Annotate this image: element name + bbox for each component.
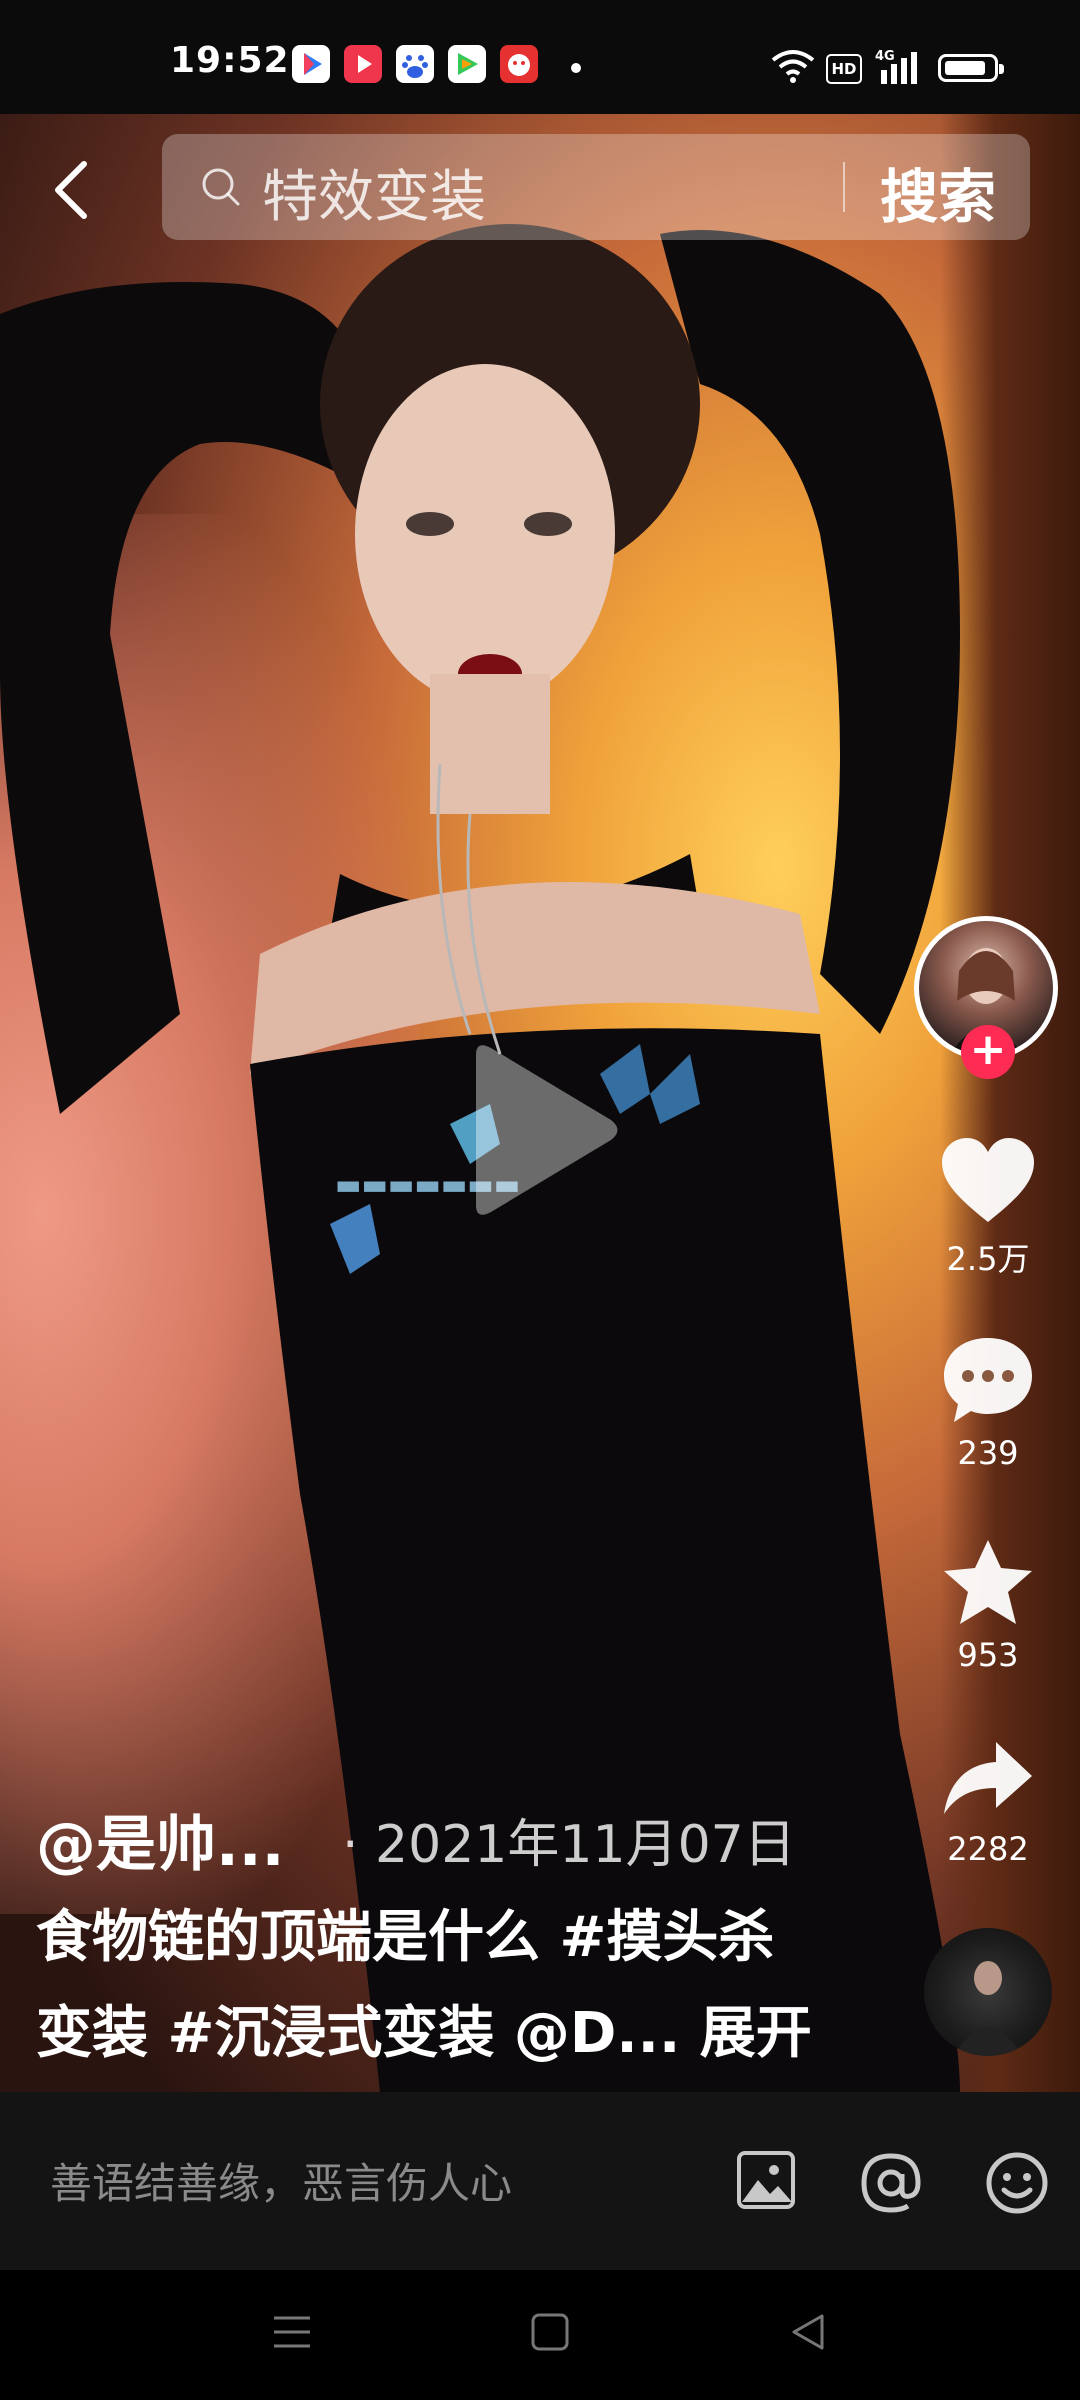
- comment-count: 239: [957, 1434, 1019, 1472]
- battery-icon: [938, 54, 1004, 82]
- baidu-icon: [396, 45, 434, 83]
- back-nav-icon[interactable]: [788, 2312, 828, 2352]
- expand-button[interactable]: 展开: [700, 2001, 812, 2066]
- status-time: 19:52: [170, 40, 290, 81]
- wifi-icon: [771, 50, 815, 83]
- hd-badge: HD: [826, 54, 862, 84]
- music-disc[interactable]: [924, 1928, 1052, 2056]
- favorite-icon[interactable]: [940, 1536, 1036, 1628]
- like-icon[interactable]: [938, 1136, 1038, 1226]
- author-name[interactable]: @是帅...: [36, 1796, 284, 1883]
- follow-button[interactable]: +: [961, 1025, 1015, 1079]
- image-icon[interactable]: [736, 2150, 796, 2210]
- comment-input[interactable]: 善语结善缘，恶言伤人心: [50, 2150, 512, 2211]
- share-count: 2282: [947, 1830, 1029, 1868]
- like-count: 2.5万: [946, 1240, 1030, 1278]
- caption-line-1: 食物链的顶端是什么 #摸头杀: [36, 1905, 775, 1970]
- home-nav-icon[interactable]: [530, 2312, 570, 2352]
- mention-icon[interactable]: [858, 2150, 924, 2216]
- search-icon: [202, 168, 240, 206]
- caption-line-2-text: 变装 #沉浸式变装 @D...: [36, 2001, 681, 2066]
- video-app-icon: [292, 45, 330, 83]
- play-icon[interactable]: [456, 1040, 626, 1220]
- menu-nav-icon[interactable]: [272, 2312, 312, 2352]
- signal-icon: 4G: [875, 49, 917, 84]
- back-button[interactable]: [44, 150, 104, 230]
- favorite-count: 953: [957, 1636, 1019, 1674]
- video-player-icon: [344, 45, 382, 83]
- red-app-icon: [500, 45, 538, 83]
- post-caption[interactable]: 食物链的顶端是什么 #摸头杀 变装 #沉浸式变装 @D... 展开: [36, 1890, 816, 2082]
- emoji-icon[interactable]: [984, 2150, 1050, 2216]
- game-app-icon: [448, 45, 486, 83]
- search-divider: [843, 162, 845, 212]
- more-notifications-dot-icon: [571, 63, 581, 73]
- svg-text:4G: 4G: [875, 49, 895, 64]
- share-icon[interactable]: [940, 1738, 1036, 1818]
- search-button[interactable]: 搜索: [880, 150, 996, 234]
- post-date: · 2021年11月07日: [342, 1815, 796, 1875]
- caption-line-2: 变装 #沉浸式变装 @D... 展开: [36, 1986, 816, 2082]
- comment-icon[interactable]: [940, 1334, 1036, 1426]
- search-input[interactable]: 特效变装: [262, 152, 486, 233]
